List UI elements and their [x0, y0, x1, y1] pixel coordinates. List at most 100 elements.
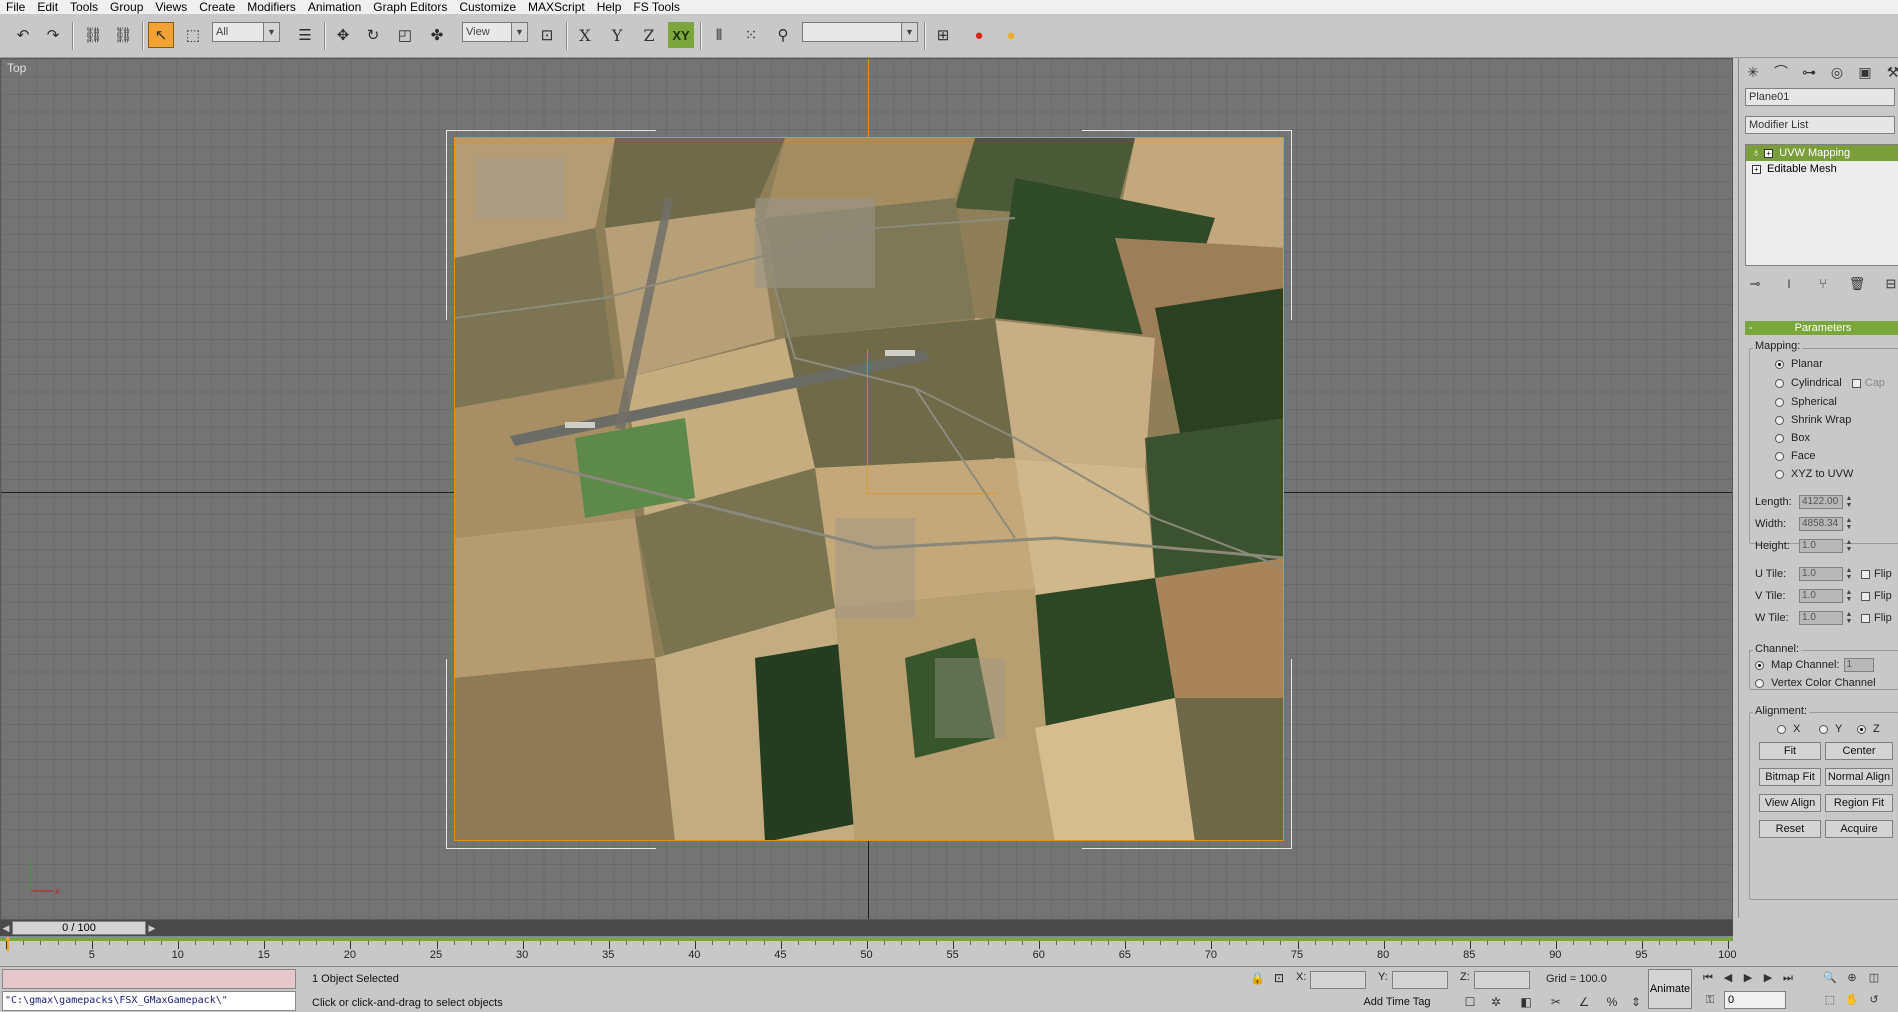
maxscript-listener-input[interactable]: "C:\gmax\gamepacks\FSX_GMaxGamepack\" [2, 991, 296, 1011]
motion-tab-icon[interactable]: ◎ [1827, 62, 1847, 82]
spinner-arrows-icon[interactable]: ▲ ▼ [1845, 567, 1853, 581]
mapping-face-radio[interactable]: Face [1775, 449, 1815, 463]
unlink-selection-icon[interactable]: ⛓ [110, 22, 136, 48]
degradation-override-icon[interactable]: ◧ [1516, 993, 1536, 1011]
render-scene-icon[interactable]: ● [998, 22, 1024, 48]
stack-item-editable-mesh[interactable]: + Editable Mesh [1746, 161, 1898, 177]
add-time-tag-button[interactable]: Add Time Tag [1352, 993, 1442, 1011]
redo-icon[interactable]: ↷ [40, 22, 66, 48]
spinner-arrows-icon[interactable]: ▲ ▼ [1845, 611, 1853, 625]
crossing-selection-icon[interactable]: ✲ [1486, 993, 1506, 1011]
select-object-icon[interactable]: ↖ [148, 22, 174, 48]
length-spinner[interactable]: Length: 4122.00 ▲ ▼ [1755, 494, 1853, 510]
play-animation-icon[interactable]: ▶ [1738, 969, 1758, 987]
menu-animation[interactable]: Animation [302, 0, 367, 14]
current-frame-field[interactable]: 0 [1724, 991, 1786, 1009]
bitmap-fit-button[interactable]: Bitmap Fit [1759, 768, 1821, 786]
menu-fs-tools[interactable]: FS Tools [627, 0, 685, 14]
v-tile-value[interactable]: 1.0 [1799, 589, 1843, 603]
mapping-cylindrical-radio[interactable]: Cylindrical Cap [1775, 376, 1885, 390]
move-icon[interactable]: ✥ [330, 22, 356, 48]
selection-filter-dropdown[interactable]: All ▼ [212, 22, 280, 42]
select-manipulate-icon[interactable]: ✤ [424, 22, 450, 48]
named-selection-sets-dropdown[interactable]: ▼ [802, 22, 918, 42]
menu-maxscript[interactable]: MAXScript [522, 0, 591, 14]
timeline-ruler[interactable]: 5 10 15 20 25 30 35 40 45 50 55 60 65 70 75 80 85 90 95 100 [0, 936, 1736, 966]
zoom-region-icon[interactable]: ⬚ [1820, 991, 1840, 1009]
menu-create[interactable]: Create [193, 0, 241, 14]
maxscript-listener-output[interactable] [2, 969, 296, 989]
height-spinner[interactable]: Height: 1.0 ▲ ▼ [1755, 538, 1853, 554]
select-by-name-icon[interactable]: ☰ [292, 22, 318, 48]
y-coord-field[interactable] [1392, 971, 1448, 989]
make-unique-icon[interactable]: ⑂ [1813, 274, 1833, 294]
selection-region-icon[interactable]: ⬚ [180, 22, 206, 48]
fit-button[interactable]: Fit [1759, 742, 1821, 760]
spinner-arrows-icon[interactable]: ▲ ▼ [1845, 539, 1853, 553]
animate-button[interactable]: Animate [1648, 969, 1692, 1009]
map-channel-value[interactable]: 1 [1843, 658, 1874, 672]
expand-icon[interactable]: + [1764, 148, 1774, 158]
length-value[interactable]: 4122.00 [1799, 495, 1843, 509]
absolute-mode-icon[interactable]: ⊡ [1274, 971, 1284, 985]
map-channel-radio[interactable]: Map Channel: 1 [1755, 658, 1874, 672]
u-tile-value[interactable]: 1.0 [1799, 567, 1843, 581]
prev-frame-arrow-icon[interactable]: ◀ [1, 921, 11, 935]
region-fit-button[interactable]: Region Fit [1825, 794, 1893, 812]
restrict-x-button[interactable]: X [572, 22, 598, 48]
lock-selection-icon[interactable]: 🔒 [1250, 971, 1265, 985]
configure-modifier-sets-icon[interactable]: ⊟ [1881, 274, 1898, 294]
vertex-color-channel-radio[interactable]: Vertex Color Channel [1755, 676, 1876, 690]
angle-snap-icon[interactable]: ∠ [1574, 993, 1594, 1011]
mapping-spherical-radio[interactable]: Spherical [1775, 395, 1837, 409]
zoom-icon[interactable]: 🔍 [1820, 969, 1840, 987]
percent-snap-icon[interactable]: % [1602, 993, 1622, 1011]
next-frame-arrow-icon[interactable]: ▶ [147, 921, 157, 935]
spinner-arrows-icon[interactable]: ▲ ▼ [1845, 589, 1853, 603]
center-button[interactable]: Center [1825, 742, 1893, 760]
pin-stack-icon[interactable]: ⊸ [1745, 274, 1765, 294]
menu-customize[interactable]: Customize [453, 0, 522, 14]
next-frame-icon[interactable]: ▶ [1758, 969, 1778, 987]
stack-item-uvw-mapping[interactable]: ♁ + UVW Mapping [1746, 145, 1898, 161]
undo-icon[interactable]: ↶ [10, 22, 36, 48]
u-tile-spinner[interactable]: U Tile: 1.0 ▲ ▼ Flip [1755, 566, 1892, 582]
mirror-icon[interactable]: ⫴ [706, 22, 732, 48]
previous-frame-icon[interactable]: ◀ [1718, 969, 1738, 987]
track-view-icon[interactable]: ⊞ [930, 22, 956, 48]
go-to-end-icon[interactable]: ⏭ [1778, 969, 1798, 987]
remove-modifier-icon[interactable]: 🗑 [1847, 274, 1867, 294]
mapping-xyz-to-uvw-radio[interactable]: XYZ to UVW [1775, 467, 1853, 481]
v-flip-checkbox[interactable] [1861, 591, 1870, 601]
restrict-xy-button[interactable]: XY [668, 22, 694, 48]
light-bulb-icon[interactable]: ♁ [1752, 147, 1760, 159]
mapping-planar-radio[interactable]: Planar [1775, 357, 1823, 371]
reset-button[interactable]: Reset [1759, 820, 1821, 838]
select-and-link-icon[interactable]: ⛓ [80, 22, 106, 48]
w-tile-spinner[interactable]: W Tile: 1.0 ▲ ▼ Flip [1755, 610, 1892, 626]
utilities-tab-icon[interactable]: ⚒ [1883, 62, 1898, 82]
align-y-radio[interactable]: Y [1819, 722, 1842, 736]
align-z-radio[interactable]: Z [1857, 722, 1880, 736]
modify-tab-icon[interactable]: ⌒ [1771, 62, 1791, 82]
menu-views[interactable]: Views [149, 0, 193, 14]
acquire-button[interactable]: Acquire [1825, 820, 1893, 838]
mapping-shrink-wrap-radio[interactable]: Shrink Wrap [1775, 413, 1851, 427]
z-coord-field[interactable] [1474, 971, 1530, 989]
height-value[interactable]: 1.0 [1799, 539, 1843, 553]
rotate-icon[interactable]: ↻ [360, 22, 386, 48]
modifier-list-dropdown[interactable]: Modifier List [1745, 116, 1895, 134]
align-x-radio[interactable]: X [1777, 722, 1800, 736]
object-name-field[interactable]: Plane01 [1745, 88, 1895, 106]
array-icon[interactable]: ⁙ [738, 22, 764, 48]
normal-align-button[interactable]: Normal Align [1825, 768, 1893, 786]
width-value[interactable]: 4858.34 [1799, 517, 1843, 531]
spinner-arrows-icon[interactable]: ▲ ▼ [1845, 517, 1853, 531]
u-flip-checkbox[interactable] [1861, 569, 1870, 579]
show-end-result-icon[interactable]: ⏽ [1779, 274, 1799, 294]
snap-toggle-icon[interactable]: ✂ [1546, 993, 1566, 1011]
menu-file[interactable]: File [0, 0, 31, 14]
restrict-z-button[interactable]: Z [636, 22, 662, 48]
uvw-mapping-gizmo[interactable] [867, 349, 997, 494]
menu-edit[interactable]: Edit [31, 0, 64, 14]
